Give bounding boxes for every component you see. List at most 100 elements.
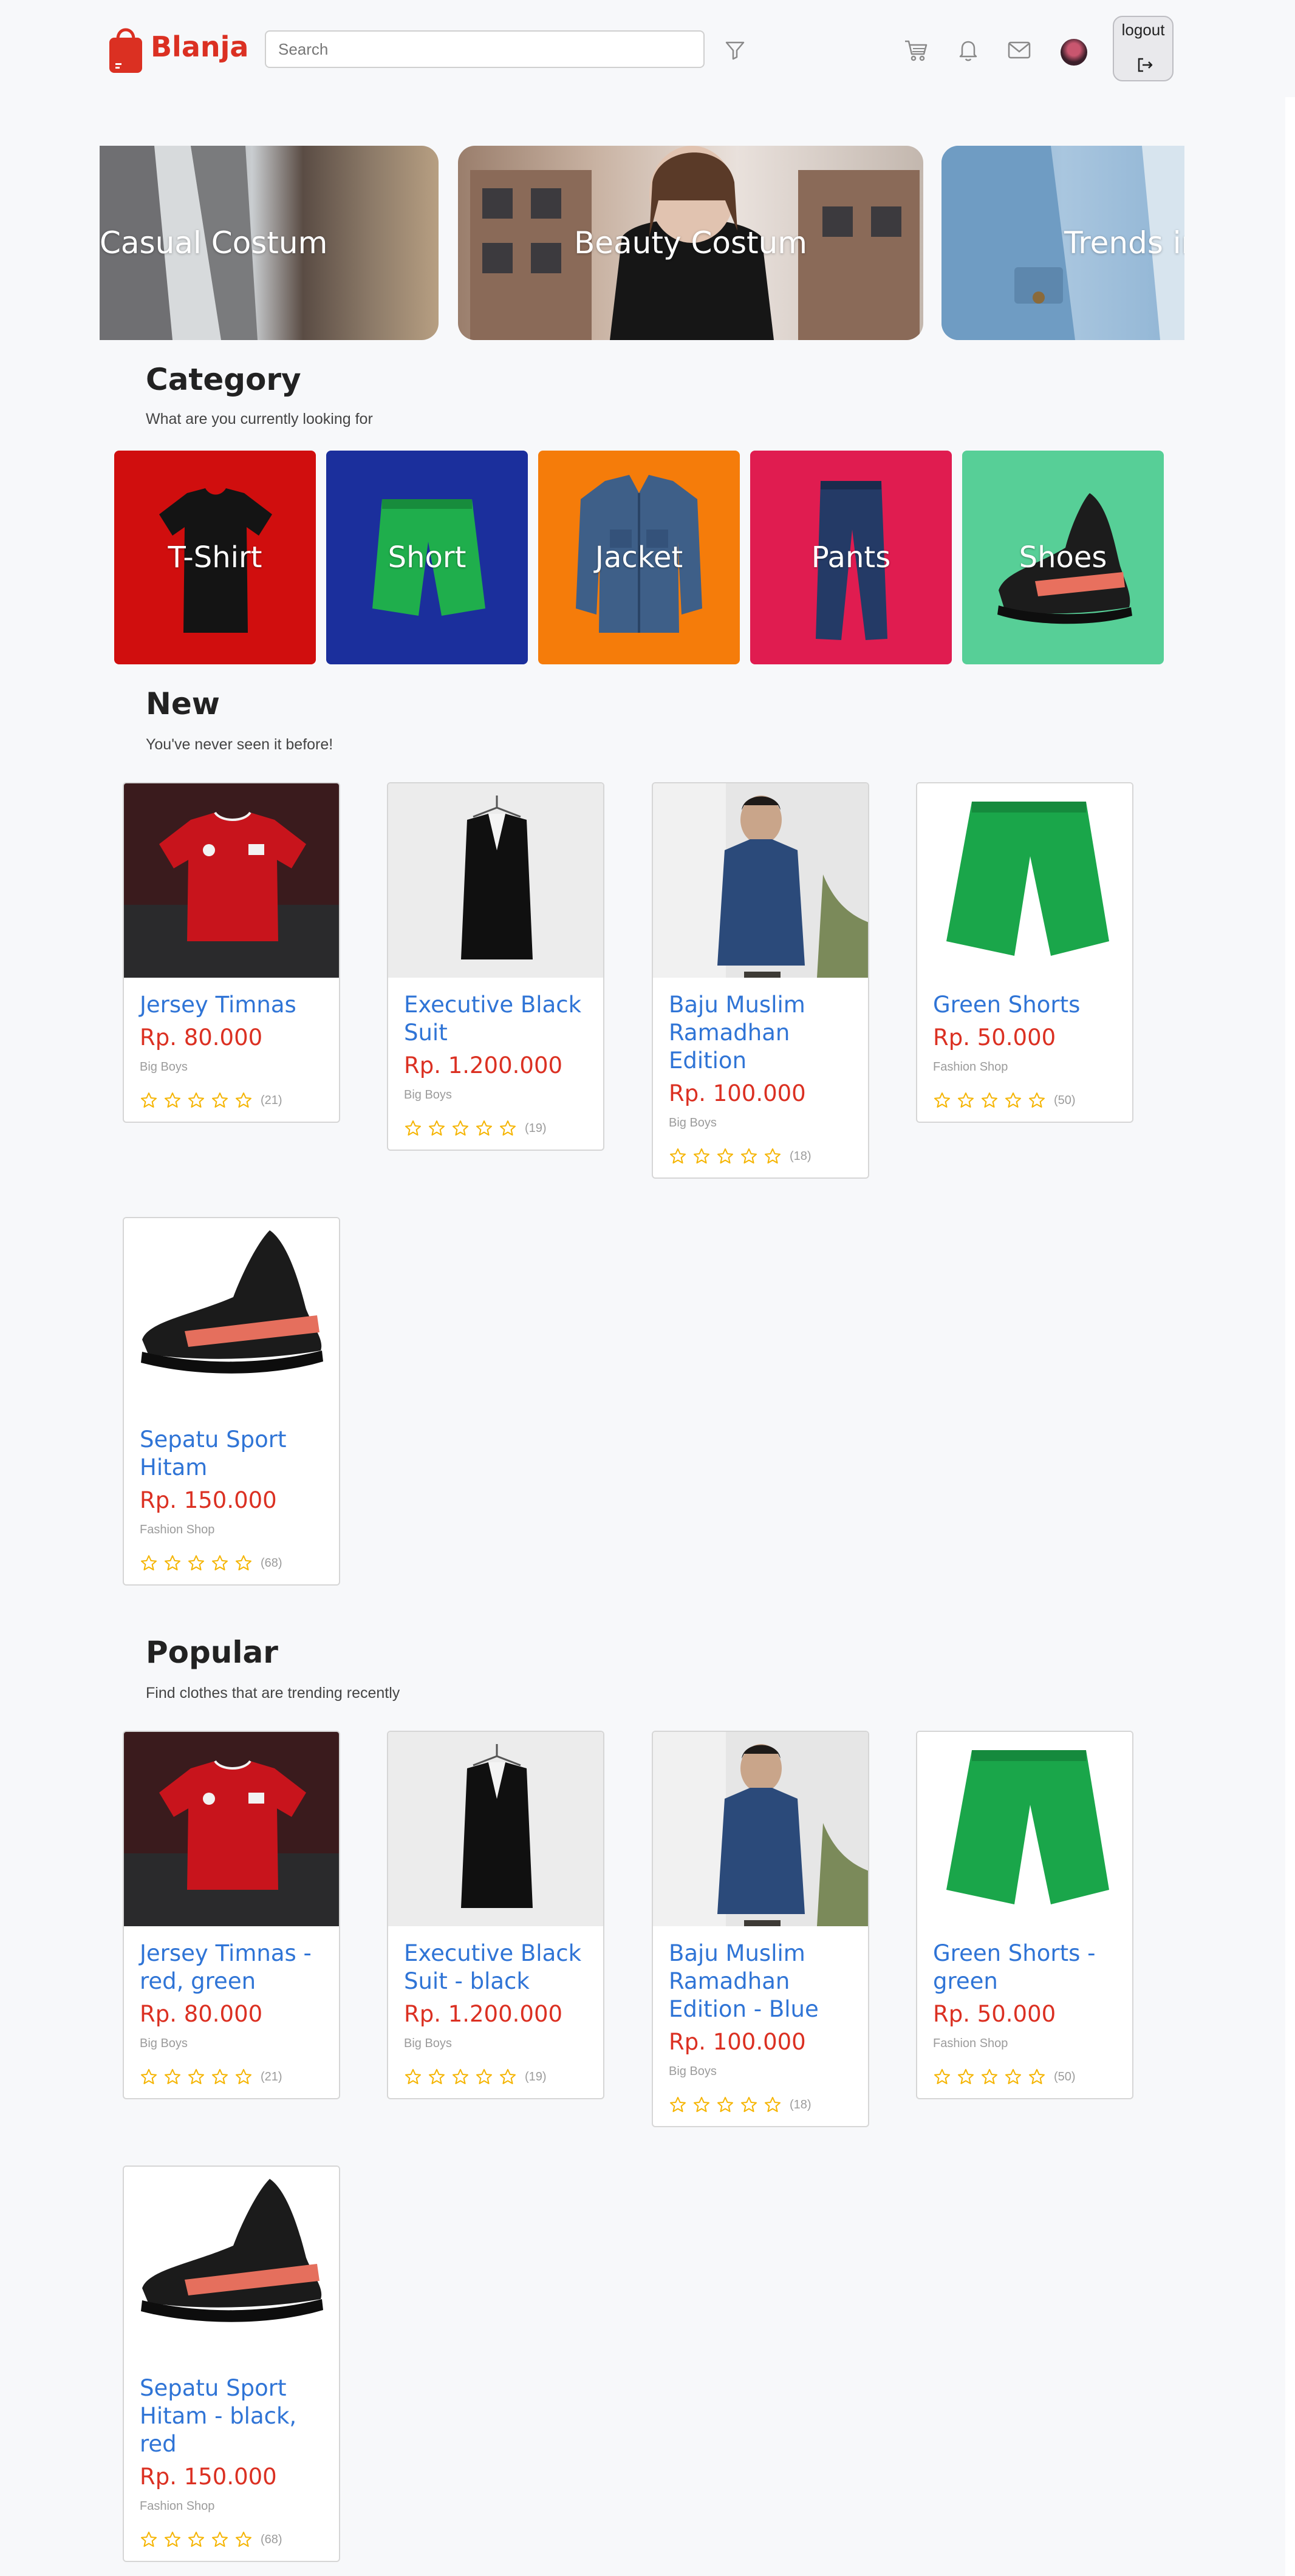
new-subtitle: You've never seen it before! [146,736,333,753]
product-card[interactable]: Green Shorts - green Rp. 50.000 Fashion … [916,1731,1133,2099]
carousel-slide-trends[interactable]: Trends in [941,146,1184,340]
product-image-black-suit[interactable] [388,1732,603,1926]
product-card[interactable]: Baju Muslim Ramadhan Edition Rp. 100.000… [652,782,869,1179]
product-store: Fashion Shop [933,1060,1008,1074]
star-icon [670,2097,686,2112]
product-image-green-shorts[interactable] [917,783,1132,978]
mail-icon[interactable] [1006,36,1033,63]
product-store: Big Boys [669,2065,717,2078]
product-card[interactable]: Baju Muslim Ramadhan Edition - Blue Rp. … [652,1731,869,2127]
star-icon [141,1092,157,1108]
star-icon [982,2069,997,2084]
cart-icon[interactable] [903,36,929,63]
product-image-red-jersey[interactable] [124,783,339,978]
product-store: Big Boys [140,1060,188,1074]
star-icon [188,2069,204,2084]
star-icon [429,2069,445,2084]
product-price: Rp. 100.000 [669,1080,806,1106]
star-icon [741,2097,757,2112]
product-store: Big Boys [669,1116,717,1130]
star-icon [236,1555,251,1570]
user-avatar[interactable] [1061,39,1087,66]
brand-logo[interactable]: Blanja [107,23,248,74]
product-name[interactable]: Executive Black Suit [404,991,587,1047]
product-rating: (18) [669,2096,852,2114]
star-icon [236,1092,251,1108]
search-input[interactable] [266,32,703,67]
filter-icon[interactable] [723,38,747,62]
star-icon [1029,1092,1045,1108]
star-icon [165,1555,180,1570]
product-price: Rp. 80.000 [140,2001,263,2027]
product-name[interactable]: Green Shorts - green [933,1940,1116,1995]
product-card[interactable]: Sepatu Sport Hitam Rp. 150.000 Fashion S… [123,1217,340,1586]
brand-name: Blanja [151,30,249,63]
category-short[interactable]: Short [326,451,528,664]
product-name[interactable]: Green Shorts [933,991,1116,1019]
star-icon [405,1120,421,1136]
carousel-slide-title: Casual Costum [100,225,328,261]
star-icon [500,2069,516,2084]
star-icon [958,2069,974,2084]
page-scrollbar[interactable] [1285,97,1295,2576]
product-image-green-shorts[interactable] [917,1732,1132,1926]
product-store: Big Boys [404,1088,452,1102]
star-icon [188,1092,204,1108]
product-card[interactable]: Jersey Timnas Rp. 80.000 Big Boys (21) [123,782,340,1123]
product-name[interactable]: Sepatu Sport Hitam - black, red [140,2374,323,2458]
product-rating: (19) [404,1119,587,1137]
rating-count: (50) [1054,1093,1076,1107]
category-title: Category [146,362,301,397]
category-pants[interactable]: Pants [750,451,952,664]
category-tshirt[interactable]: T-Shirt [114,451,316,664]
product-rating: (21) [140,1091,323,1109]
star-icon [694,2097,709,2112]
rating-count: (19) [525,1121,547,1135]
popular-title: Popular [146,1635,278,1670]
product-card[interactable]: Green Shorts Rp. 50.000 Fashion Shop (50… [916,782,1133,1123]
product-store: Fashion Shop [933,2037,1008,2050]
product-price: Rp. 150.000 [140,2464,277,2490]
product-name[interactable]: Executive Black Suit - black [404,1940,587,1995]
product-rating: (68) [140,2530,323,2549]
category-label: T-Shirt [168,540,262,574]
carousel-slide-casual[interactable]: Casual Costum [100,146,439,340]
carousel-slide-title: Beauty Costum [573,225,808,261]
star-icon [670,1148,686,1164]
category-jacket[interactable]: Jacket [538,451,740,664]
product-card[interactable]: Executive Black Suit Rp. 1.200.000 Big B… [387,782,604,1151]
new-title: New [146,686,220,721]
product-image-blue-shirt-man[interactable] [653,783,868,978]
product-image-red-jersey[interactable] [124,1732,339,1926]
product-name[interactable]: Baju Muslim Ramadhan Edition [669,991,852,1075]
product-name[interactable]: Sepatu Sport Hitam [140,1426,323,1482]
category-label: Shoes [1019,540,1107,574]
star-icon [141,2532,157,2547]
product-card[interactable]: Executive Black Suit - black Rp. 1.200.0… [387,1731,604,2099]
star-icon [958,1092,974,1108]
product-image-black-suit[interactable] [388,783,603,978]
product-name[interactable]: Jersey Timnas [140,991,323,1019]
category-subtitle: What are you currently looking for [146,411,373,428]
product-image-blue-shirt-man[interactable] [653,1732,868,1926]
product-name[interactable]: Jersey Timnas - red, green [140,1940,323,1995]
product-image-black-sneaker[interactable] [124,1218,339,1412]
logout-button[interactable]: logout [1113,16,1174,81]
rating-count: (19) [525,2070,547,2084]
category-shoes[interactable]: Shoes [962,451,1164,664]
product-price: Rp. 50.000 [933,2001,1056,2027]
star-icon [765,2097,781,2112]
carousel-slide-beauty[interactable]: Beauty Costum [458,146,923,340]
rating-count: (68) [261,1556,282,1570]
rating-count: (68) [261,2532,282,2546]
star-icon [236,2532,251,2547]
product-name[interactable]: Baju Muslim Ramadhan Edition - Blue [669,1940,852,2023]
star-icon [212,1555,228,1570]
star-icon [500,1120,516,1136]
product-card[interactable]: Sepatu Sport Hitam - black, red Rp. 150.… [123,2165,340,2562]
product-card[interactable]: Jersey Timnas - red, green Rp. 80.000 Bi… [123,1731,340,2099]
product-image-black-sneaker[interactable] [124,2167,339,2361]
bell-icon[interactable] [955,36,982,63]
category-label: Jacket [595,540,683,574]
star-icon [1029,2069,1045,2084]
